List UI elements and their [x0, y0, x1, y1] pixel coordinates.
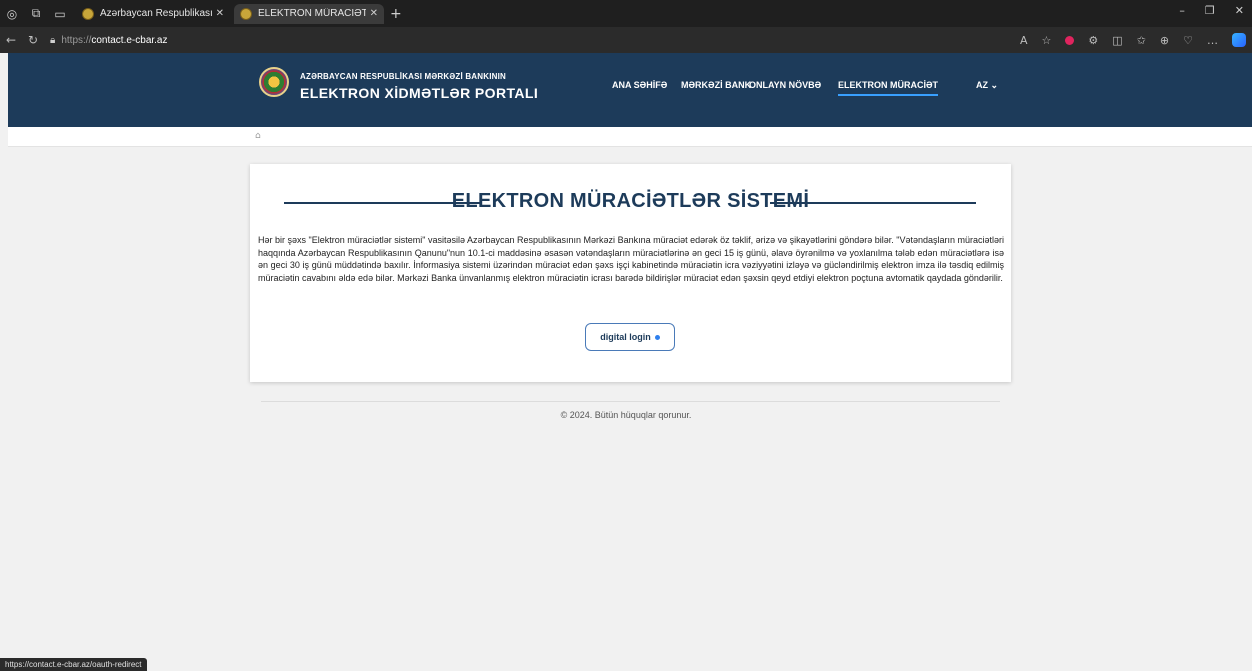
nav-online-queue[interactable]: ONLAYN NÖVBƏ — [749, 80, 821, 90]
nav-home[interactable]: ANA SƏHİFƏ — [612, 80, 667, 90]
tab-actions-icon[interactable]: ▭ — [48, 7, 72, 21]
favorite-icon[interactable]: ☆ — [1042, 34, 1052, 47]
extensions-icon[interactable]: ⚙ — [1088, 34, 1098, 47]
language-selector[interactable]: AZ ⌄ — [976, 80, 998, 91]
new-tab-icon[interactable]: + — [390, 6, 402, 22]
tab-title: Azərbaycan Respublikasının Mərk — [100, 8, 212, 19]
nav-central-bank[interactable]: MƏRKƏZİ BANK — [681, 80, 751, 90]
edge-workspaces-icon[interactable]: ⧉ — [24, 6, 48, 21]
brand-title[interactable]: ELEKTRON XİDMƏTLƏR PORTALI — [300, 85, 538, 101]
browser-tab-bar: ◎ ⧉ ▭ Azərbaycan Respublikasının Mərk ✕ … — [0, 0, 1252, 27]
description-text: Hər bir şəxs "Elektron müraciətlər siste… — [258, 235, 1004, 283]
status-bar-url: https://contact.e-cbar.az/oauth-redirect — [0, 658, 147, 671]
restore-icon[interactable]: ❐ — [1205, 4, 1215, 17]
tab-close-icon[interactable]: ✕ — [216, 8, 224, 19]
tab-close-icon[interactable]: ✕ — [370, 8, 378, 19]
nav-electronic-appeal[interactable]: ELEKTRON MÜRACİƏT — [838, 80, 939, 96]
login-button-label: digital login — [600, 332, 651, 342]
url-field[interactable]: 🔒︎ https://contact.e-cbar.az — [50, 35, 168, 46]
window-controls: – ❐ ✕ — [1179, 4, 1244, 17]
browser-tab-cbar[interactable]: Azərbaycan Respublikasının Mərk ✕ — [76, 4, 230, 24]
cbar-favicon-icon — [240, 7, 252, 20]
extension-record-icon[interactable] — [1065, 35, 1075, 45]
more-icon[interactable]: … — [1207, 34, 1218, 47]
copilot-icon[interactable] — [1232, 33, 1246, 47]
browser-address-bar: ← ↻ 🔒︎ https://contact.e-cbar.az A ☆ ⚙ ◫… — [0, 27, 1252, 53]
digital-login-button[interactable]: digital login — [585, 323, 675, 351]
breadcrumb: ⌂ — [8, 127, 1252, 147]
footer-copyright: © 2024. Bütün hüquqlar qorunur. — [560, 410, 692, 420]
url-scheme: https:// — [61, 34, 92, 46]
lock-icon[interactable]: 🔒︎ — [50, 35, 55, 46]
browser-essentials-icon[interactable]: ♡ — [1183, 34, 1193, 47]
cbar-emblem-icon[interactable] — [259, 67, 289, 97]
title-divider-right — [770, 202, 976, 204]
refresh-icon[interactable]: ↻ — [22, 33, 44, 47]
url-host: contact.e-cbar.az — [91, 34, 168, 46]
cbar-favicon-icon — [82, 7, 94, 20]
content-card: ELEKTRON MÜRACİƏTLƏR SİSTEMİ Hər bir şəx… — [250, 164, 1011, 382]
collections-icon[interactable]: ⊕ — [1160, 34, 1169, 47]
brand-subtitle: AZƏRBAYCAN RESPUBLİKASI MƏRKƏZİ BANKININ — [300, 72, 507, 81]
copilot-icon[interactable]: ◎ — [0, 7, 24, 21]
footer-divider — [261, 401, 1000, 402]
home-icon[interactable]: ⌂ — [255, 131, 261, 141]
minimize-icon[interactable]: – — [1179, 4, 1185, 17]
read-aloud-icon[interactable]: A — [1020, 34, 1028, 47]
split-screen-icon[interactable]: ◫ — [1112, 34, 1122, 47]
favorites-bar-icon[interactable]: ✩ — [1137, 34, 1146, 47]
tab-title: ELEKTRON MÜRACİƏTLƏR SİSTE — [258, 8, 366, 19]
browser-toolbar: A ☆ ⚙ ◫ ✩ ⊕ ♡ … — [1020, 33, 1246, 47]
browser-tab-elektron[interactable]: ELEKTRON MÜRACİƏTLƏR SİSTE ✕ — [234, 3, 384, 24]
back-icon[interactable]: ← — [0, 33, 22, 47]
status-dot-icon — [654, 334, 660, 340]
site-header: AZƏRBAYCAN RESPUBLİKASI MƏRKƏZİ BANKININ… — [8, 53, 1252, 127]
close-icon[interactable]: ✕ — [1235, 4, 1244, 17]
